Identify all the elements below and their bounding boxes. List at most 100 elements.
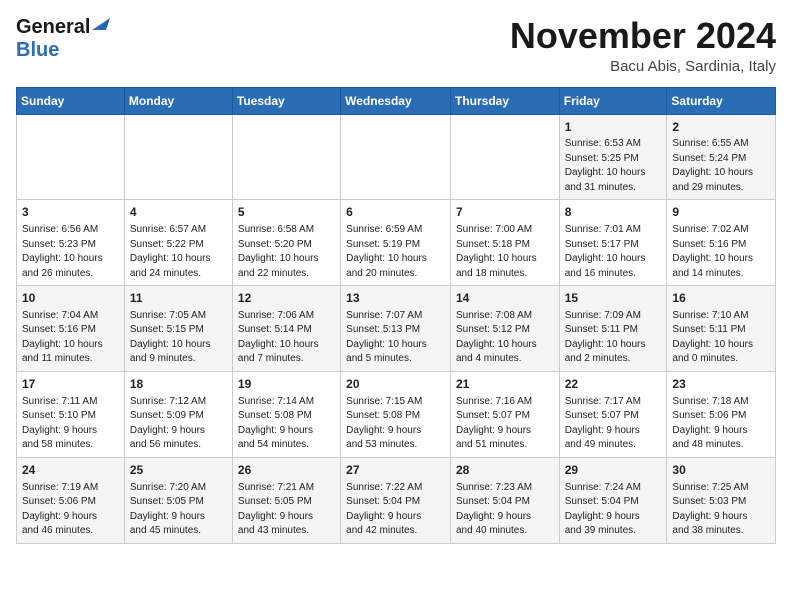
calendar-cell: 1Sunrise: 6:53 AM Sunset: 5:25 PM Daylig…: [559, 114, 667, 200]
calendar-cell: 23 Sunrise: 7:18 AM Sunset: 5:06 PM Dayli…: [667, 371, 776, 457]
logo-general-text: General: [16, 16, 90, 39]
day-number: 6: [346, 204, 445, 221]
logo: General Blue: [16, 16, 112, 62]
calendar-header: SundayMondayTuesdayWednesdayThursdayFrid…: [17, 87, 776, 114]
day-of-week-header: Monday: [124, 87, 232, 114]
day-number: 25: [130, 462, 227, 479]
day-info: Sunrise: 6:57 AM Sunset: 5:22 PM Dayligh…: [130, 223, 227, 281]
calendar-cell: [124, 114, 232, 200]
calendar-cell: 30 Sunrise: 7:25 AM Sunset: 5:03 PM Dayli…: [667, 457, 776, 543]
day-info: Sunrise: 7:16 AM Sunset: 5:07 PM Dayligh…: [456, 395, 554, 453]
day-info: Sunrise: 7:11 AM Sunset: 5:10 PM Dayligh…: [22, 395, 119, 453]
calendar-cell: 29Sunrise: 7:24 AM Sunset: 5:04 PM Dayli…: [559, 457, 667, 543]
day-info: Sunrise: 6:53 AM Sunset: 5:25 PM Dayligh…: [565, 137, 662, 195]
day-number: 21: [456, 376, 554, 393]
calendar-cell: 8 Sunrise: 7:01 AM Sunset: 5:17 PM Daylig…: [559, 200, 667, 286]
calendar-cell: 19 Sunrise: 7:14 AM Sunset: 5:08 PM Dayli…: [232, 371, 340, 457]
day-of-week-header: Thursday: [450, 87, 559, 114]
day-number: 1: [565, 119, 662, 136]
day-number: 26: [238, 462, 335, 479]
day-number: 24: [22, 462, 119, 479]
location-text: Bacu Abis, Sardinia, Italy: [510, 58, 776, 75]
day-info: Sunrise: 7:09 AM Sunset: 5:11 PM Dayligh…: [565, 309, 662, 367]
day-info: Sunrise: 6:55 AM Sunset: 5:24 PM Dayligh…: [672, 137, 770, 195]
day-number: 17: [22, 376, 119, 393]
calendar-cell: 26Sunrise: 7:21 AM Sunset: 5:05 PM Dayli…: [232, 457, 340, 543]
day-number: 16: [672, 290, 770, 307]
day-number: 14: [456, 290, 554, 307]
day-info: Sunrise: 7:23 AM Sunset: 5:04 PM Dayligh…: [456, 481, 554, 539]
day-info: Sunrise: 6:58 AM Sunset: 5:20 PM Dayligh…: [238, 223, 335, 281]
day-number: 7: [456, 204, 554, 221]
calendar-table: SundayMondayTuesdayWednesdayThursdayFrid…: [16, 87, 776, 544]
page-header: General Blue November 2024 Bacu Abis, Sa…: [16, 16, 776, 75]
logo-bird-icon: [92, 18, 112, 34]
day-info: Sunrise: 7:20 AM Sunset: 5:05 PM Dayligh…: [130, 481, 227, 539]
day-info: Sunrise: 6:56 AM Sunset: 5:23 PM Dayligh…: [22, 223, 119, 281]
day-number: 12: [238, 290, 335, 307]
day-of-week-header: Sunday: [17, 87, 125, 114]
day-number: 18: [130, 376, 227, 393]
day-info: Sunrise: 7:18 AM Sunset: 5:06 PM Dayligh…: [672, 395, 770, 453]
day-info: Sunrise: 7:10 AM Sunset: 5:11 PM Dayligh…: [672, 309, 770, 367]
calendar-cell: 28 Sunrise: 7:23 AM Sunset: 5:04 PM Dayli…: [450, 457, 559, 543]
day-number: 27: [346, 462, 445, 479]
calendar-cell: 17 Sunrise: 7:11 AM Sunset: 5:10 PM Dayli…: [17, 371, 125, 457]
day-number: 11: [130, 290, 227, 307]
calendar-cell: 11 Sunrise: 7:05 AM Sunset: 5:15 PM Dayli…: [124, 286, 232, 372]
calendar-cell: 14 Sunrise: 7:08 AM Sunset: 5:12 PM Dayli…: [450, 286, 559, 372]
calendar-cell: 16 Sunrise: 7:10 AM Sunset: 5:11 PM Dayli…: [667, 286, 776, 372]
calendar-cell: [450, 114, 559, 200]
day-number: 23: [672, 376, 770, 393]
day-number: 15: [565, 290, 662, 307]
calendar-cell: 3Sunrise: 6:56 AM Sunset: 5:23 PM Daylig…: [17, 200, 125, 286]
calendar-cell: 24 Sunrise: 7:19 AM Sunset: 5:06 PM Dayli…: [17, 457, 125, 543]
calendar-cell: 18 Sunrise: 7:12 AM Sunset: 5:09 PM Dayli…: [124, 371, 232, 457]
day-info: Sunrise: 7:19 AM Sunset: 5:06 PM Dayligh…: [22, 481, 119, 539]
day-number: 20: [346, 376, 445, 393]
day-number: 9: [672, 204, 770, 221]
calendar-cell: 2Sunrise: 6:55 AM Sunset: 5:24 PM Daylig…: [667, 114, 776, 200]
calendar-cell: 12 Sunrise: 7:06 AM Sunset: 5:14 PM Dayli…: [232, 286, 340, 372]
calendar-cell: 20 Sunrise: 7:15 AM Sunset: 5:08 PM Dayli…: [341, 371, 451, 457]
calendar-cell: 7Sunrise: 7:00 AM Sunset: 5:18 PM Daylig…: [450, 200, 559, 286]
day-info: Sunrise: 7:15 AM Sunset: 5:08 PM Dayligh…: [346, 395, 445, 453]
day-number: 29: [565, 462, 662, 479]
day-info: Sunrise: 7:14 AM Sunset: 5:08 PM Dayligh…: [238, 395, 335, 453]
calendar-cell: [232, 114, 340, 200]
day-of-week-header: Wednesday: [341, 87, 451, 114]
day-number: 8: [565, 204, 662, 221]
title-block: November 2024 Bacu Abis, Sardinia, Italy: [510, 16, 776, 75]
calendar-cell: 6 Sunrise: 6:59 AM Sunset: 5:19 PM Daylig…: [341, 200, 451, 286]
day-info: Sunrise: 7:25 AM Sunset: 5:03 PM Dayligh…: [672, 481, 770, 539]
day-info: Sunrise: 6:59 AM Sunset: 5:19 PM Dayligh…: [346, 223, 445, 281]
day-number: 5: [238, 204, 335, 221]
day-number: 2: [672, 119, 770, 136]
day-info: Sunrise: 7:22 AM Sunset: 5:04 PM Dayligh…: [346, 481, 445, 539]
day-info: Sunrise: 7:01 AM Sunset: 5:17 PM Dayligh…: [565, 223, 662, 281]
calendar-cell: 10 Sunrise: 7:04 AM Sunset: 5:16 PM Dayli…: [17, 286, 125, 372]
calendar-cell: 15 Sunrise: 7:09 AM Sunset: 5:11 PM Dayli…: [559, 286, 667, 372]
day-info: Sunrise: 7:06 AM Sunset: 5:14 PM Dayligh…: [238, 309, 335, 367]
day-info: Sunrise: 7:04 AM Sunset: 5:16 PM Dayligh…: [22, 309, 119, 367]
day-number: 28: [456, 462, 554, 479]
day-number: 30: [672, 462, 770, 479]
day-info: Sunrise: 7:08 AM Sunset: 5:12 PM Dayligh…: [456, 309, 554, 367]
day-number: 13: [346, 290, 445, 307]
day-info: Sunrise: 7:12 AM Sunset: 5:09 PM Dayligh…: [130, 395, 227, 453]
calendar-cell: 9Sunrise: 7:02 AM Sunset: 5:16 PM Daylig…: [667, 200, 776, 286]
day-number: 19: [238, 376, 335, 393]
day-info: Sunrise: 7:07 AM Sunset: 5:13 PM Dayligh…: [346, 309, 445, 367]
day-number: 4: [130, 204, 227, 221]
day-info: Sunrise: 7:05 AM Sunset: 5:15 PM Dayligh…: [130, 309, 227, 367]
day-of-week-header: Friday: [559, 87, 667, 114]
day-number: 10: [22, 290, 119, 307]
calendar-cell: [17, 114, 125, 200]
calendar-cell: 13 Sunrise: 7:07 AM Sunset: 5:13 PM Dayli…: [341, 286, 451, 372]
day-info: Sunrise: 7:17 AM Sunset: 5:07 PM Dayligh…: [565, 395, 662, 453]
calendar-cell: 4 Sunrise: 6:57 AM Sunset: 5:22 PM Daylig…: [124, 200, 232, 286]
day-of-week-header: Tuesday: [232, 87, 340, 114]
calendar-cell: 21 Sunrise: 7:16 AM Sunset: 5:07 PM Dayli…: [450, 371, 559, 457]
day-number: 22: [565, 376, 662, 393]
calendar-cell: 25 Sunrise: 7:20 AM Sunset: 5:05 PM Dayli…: [124, 457, 232, 543]
